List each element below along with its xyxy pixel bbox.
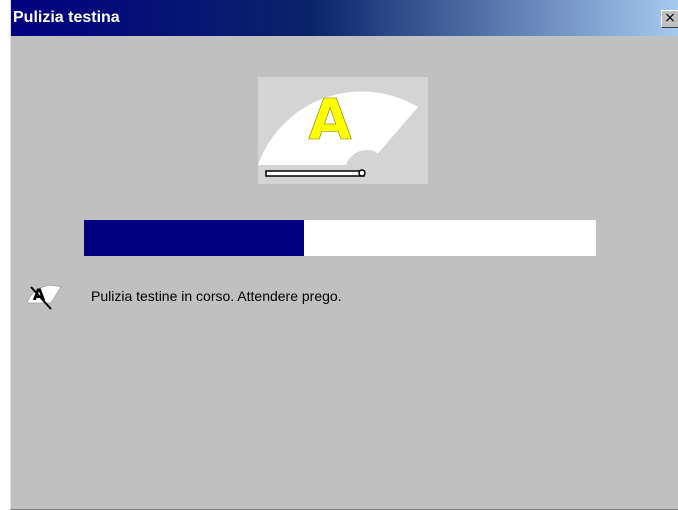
status-message: Pulizia testine in corso. Attendere preg…: [91, 288, 342, 304]
progress-bar-fill: [84, 220, 305, 256]
title-bar[interactable]: Pulizia testina ×: [11, 0, 678, 36]
window-title: Pulizia testina: [13, 9, 120, 26]
close-button[interactable]: ×: [661, 10, 678, 28]
print-head-letter: A: [308, 88, 352, 153]
cleaning-dialog: Pulizia testina × A A Pulizia testine in…: [10, 0, 678, 510]
print-head-cleaning-icon: A: [258, 77, 428, 184]
print-head-cleaning-small-icon: A: [25, 279, 65, 315]
progress-bar: [84, 220, 596, 256]
